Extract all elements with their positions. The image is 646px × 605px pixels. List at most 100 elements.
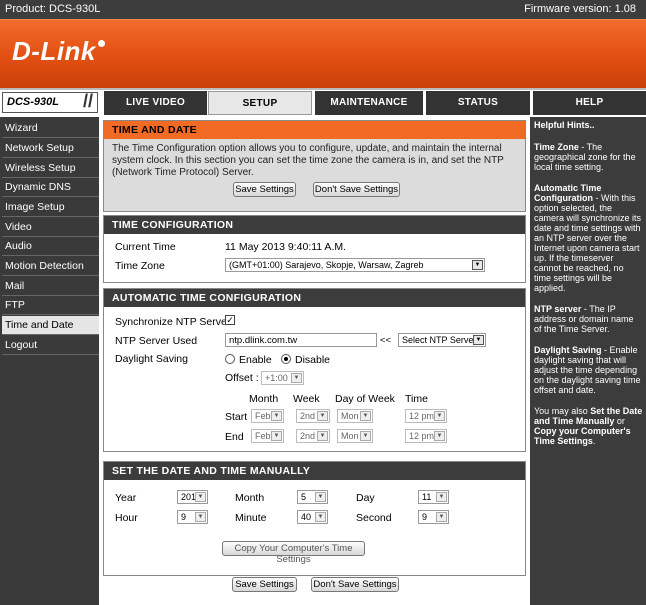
hint-automatic-time: Automatic Time Configuration - With this… xyxy=(534,183,642,293)
ntp-server-select[interactable]: Select NTP Server ▼ xyxy=(398,333,486,347)
hints-title: Helpful Hints.. xyxy=(534,120,595,130)
start-dow-select[interactable]: Mon ▼ xyxy=(337,409,373,423)
daylight-disable-label: Disable xyxy=(295,354,331,366)
column-month: Month xyxy=(249,393,279,405)
manual-date-time-title: SET THE DATE AND TIME MANUALLY xyxy=(104,462,525,480)
hint-ntp-server: NTP server - The IP address or domain na… xyxy=(534,304,634,334)
main-content: TIME AND DATE The Time Configuration opt… xyxy=(103,117,528,605)
tab-status[interactable]: STATUS xyxy=(424,91,530,115)
intro-text: The Time Configuration option allows you… xyxy=(112,143,504,178)
sidebar-item-network-setup[interactable]: Network Setup xyxy=(2,139,99,158)
daylight-saving-label: Daylight Saving xyxy=(115,353,188,365)
ntp-server-input[interactable]: ntp.dlink.com.tw xyxy=(225,333,377,347)
time-configuration-section: TIME CONFIGURATION Current Time 11 May 2… xyxy=(103,215,526,283)
daylight-enable-label: Enable xyxy=(239,354,272,366)
main-nav: DCS-930L// LIVE VIDEO SETUP MAINTENANCE … xyxy=(0,88,646,115)
dont-save-settings-button-bottom[interactable]: Don't Save Settings xyxy=(311,577,399,592)
automatic-time-configuration-section: AUTOMATIC TIME CONFIGURATION Synchronize… xyxy=(103,288,526,452)
ntp-server-label: NTP Server Used xyxy=(115,335,198,347)
start-label: Start xyxy=(225,411,248,423)
chevron-down-icon: ▼ xyxy=(360,411,371,421)
minute-select[interactable]: 40 ▼ xyxy=(297,510,328,524)
save-settings-button-top[interactable]: Save Settings xyxy=(233,182,296,197)
start-week-select[interactable]: 2nd ▼ xyxy=(296,409,330,423)
time-and-date-intro: TIME AND DATE The Time Configuration opt… xyxy=(103,120,526,212)
sidebar-item-dynamic-dns[interactable]: Dynamic DNS xyxy=(2,178,99,197)
end-time-select[interactable]: 12 pm ▼ xyxy=(405,429,447,443)
sidebar-item-audio[interactable]: Audio xyxy=(2,237,99,256)
offset-select[interactable]: +1:00 ▼ xyxy=(261,371,304,385)
second-select[interactable]: 9 ▼ xyxy=(418,510,449,524)
offset-label: Offset : xyxy=(225,372,259,384)
sidebar-item-wireless-setup[interactable]: Wireless Setup xyxy=(2,159,99,178)
copy-computer-time-button[interactable]: Copy Your Computer's Time Settings xyxy=(222,541,365,565)
minute-label: Minute xyxy=(235,512,267,524)
manual-date-time-section: SET THE DATE AND TIME MANUALLY Year 2013… xyxy=(103,461,526,576)
year-label: Year xyxy=(115,492,137,504)
sidebar-item-ftp[interactable]: FTP xyxy=(2,296,99,315)
sidebar-item-motion-detection[interactable]: Motion Detection xyxy=(2,257,99,276)
start-month-select[interactable]: Feb ▼ xyxy=(251,409,284,423)
start-time-select[interactable]: 12 pm ▼ xyxy=(405,409,447,423)
sidebar-item-mail[interactable]: Mail xyxy=(2,277,99,296)
end-week-select[interactable]: 2nd ▼ xyxy=(296,429,330,443)
current-time-value: 11 May 2013 9:40:11 A.M. xyxy=(225,241,347,253)
chevron-down-icon: ▼ xyxy=(434,411,445,421)
sidebar-item-wizard[interactable]: Wizard xyxy=(2,119,99,138)
chevron-down-icon: ▼ xyxy=(195,492,206,502)
tab-live-video[interactable]: LIVE VIDEO xyxy=(102,91,207,115)
sidebar-item-image-setup[interactable]: Image Setup xyxy=(2,198,99,217)
chevron-down-icon: ▼ xyxy=(317,431,328,441)
column-day-of-week: Day of Week xyxy=(335,393,395,405)
ntp-arrows: << xyxy=(380,335,392,346)
hour-select[interactable]: 9 ▼ xyxy=(177,510,208,524)
firmware-label: Firmware version: 1.08 xyxy=(524,3,636,15)
sidebar-item-video[interactable]: Video xyxy=(2,218,99,237)
sidebar: Wizard Network Setup Wireless Setup Dyna… xyxy=(0,117,101,605)
chevron-down-icon: ▼ xyxy=(360,431,371,441)
month-label: Month xyxy=(235,492,265,504)
chevron-down-icon: ▼ xyxy=(291,373,302,383)
hour-label: Hour xyxy=(115,512,138,524)
daylight-enable-radio[interactable] xyxy=(225,354,235,364)
save-settings-button-bottom[interactable]: Save Settings xyxy=(232,577,297,592)
hint-manual: You may also Set the Date and Time Manua… xyxy=(534,406,643,446)
helpful-hints-panel: Helpful Hints.. Time Zone - The geograph… xyxy=(530,117,646,605)
sidebar-item-time-and-date[interactable]: Time and Date xyxy=(2,316,99,335)
current-time-label: Current Time xyxy=(115,241,176,253)
tab-maintenance[interactable]: MAINTENANCE xyxy=(313,91,423,115)
hint-daylight-saving: Daylight Saving - Enable daylight saving… xyxy=(534,345,641,395)
column-time: Time xyxy=(405,393,428,405)
chevron-down-icon: ▼ xyxy=(317,411,328,421)
sync-ntp-checkbox[interactable]: ✓ xyxy=(225,315,235,325)
year-select[interactable]: 2013 ▼ xyxy=(177,490,208,504)
product-label: Product: DCS-930L xyxy=(5,3,101,15)
second-label: Second xyxy=(356,512,392,524)
sync-ntp-label: Synchronize NTP Server xyxy=(115,316,231,328)
chevron-down-icon: ▼ xyxy=(315,512,326,522)
chevron-down-icon: ▼ xyxy=(434,431,445,441)
chevron-down-icon: ▼ xyxy=(271,411,282,421)
daylight-disable-radio[interactable] xyxy=(281,354,291,364)
page-title: TIME AND DATE xyxy=(104,121,525,139)
chevron-down-icon: ▼ xyxy=(195,512,206,522)
dlink-logo: D-Link xyxy=(12,36,105,67)
end-label: End xyxy=(225,431,244,443)
end-month-select[interactable]: Feb ▼ xyxy=(251,429,284,443)
top-bar: Product: DCS-930L Firmware version: 1.08 xyxy=(0,0,646,19)
sidebar-item-logout[interactable]: Logout xyxy=(2,336,99,355)
day-select[interactable]: 11 ▼ xyxy=(418,490,449,504)
dont-save-settings-button-top[interactable]: Don't Save Settings xyxy=(313,182,400,197)
chevron-down-icon: ▼ xyxy=(473,335,484,345)
chevron-down-icon: ▼ xyxy=(436,512,447,522)
column-week: Week xyxy=(293,393,320,405)
time-configuration-title: TIME CONFIGURATION xyxy=(104,216,525,234)
brand-banner: D-Link xyxy=(0,19,646,88)
tab-setup[interactable]: SETUP xyxy=(208,91,312,115)
month-select[interactable]: 5 ▼ xyxy=(297,490,328,504)
automatic-time-configuration-title: AUTOMATIC TIME CONFIGURATION xyxy=(104,289,525,307)
time-zone-select[interactable]: (GMT+01:00) Sarajevo, Skopje, Warsaw, Za… xyxy=(225,258,485,272)
chevron-down-icon: ▼ xyxy=(315,492,326,502)
end-dow-select[interactable]: Mon ▼ xyxy=(337,429,373,443)
tab-help[interactable]: HELP xyxy=(531,91,646,115)
